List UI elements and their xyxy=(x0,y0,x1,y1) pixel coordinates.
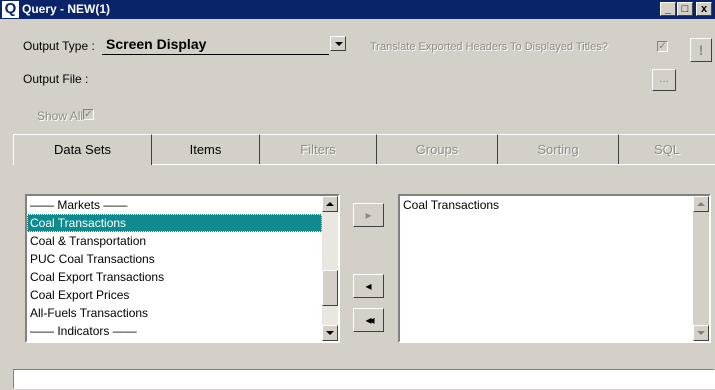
scroll-down-button[interactable] xyxy=(322,325,338,341)
app-icon: Q xyxy=(2,1,19,18)
list-item[interactable]: Coal Export Prices xyxy=(27,286,322,304)
maximize-button[interactable]: □ xyxy=(677,2,693,16)
arrow-down-icon xyxy=(326,331,334,335)
window-title: Query - NEW(1) xyxy=(22,2,111,16)
list-item[interactable]: PUC Coal Transactions xyxy=(27,250,322,268)
available-items: —— Markets —— Coal Transactions Coal & T… xyxy=(27,196,322,340)
list-item[interactable]: —— Indicators —— xyxy=(27,322,322,340)
list-item[interactable]: Coal & Transportation xyxy=(27,232,322,250)
scroll-down-button[interactable] xyxy=(693,325,709,341)
tab-data-sets[interactable]: Data Sets xyxy=(13,134,152,165)
translate-headers-label: Translate Exported Headers To Displayed … xyxy=(370,41,608,53)
output-type-label: Output Type : xyxy=(23,39,95,53)
selected-datasets-list[interactable]: Coal Transactions xyxy=(398,194,711,343)
list-item[interactable]: Coal Export Transactions xyxy=(27,268,322,286)
tab-groups[interactable]: Groups xyxy=(377,134,498,165)
tab-strip: Data Sets Items Filters Groups Sorting S… xyxy=(13,134,715,165)
tab-items[interactable]: Items xyxy=(152,134,260,165)
tab-filters[interactable]: Filters xyxy=(260,134,377,165)
close-button[interactable]: x xyxy=(696,2,712,16)
tab-sorting[interactable]: Sorting xyxy=(498,134,619,165)
output-type-value: Screen Display xyxy=(106,36,207,52)
chevron-down-icon xyxy=(335,42,343,46)
scroll-thumb[interactable] xyxy=(322,270,338,306)
available-datasets-list[interactable]: —— Markets —— Coal Transactions Coal & T… xyxy=(25,194,340,343)
arrow-down-icon xyxy=(697,331,705,335)
available-list-scrollbar[interactable] xyxy=(322,196,338,341)
arrow-up-icon xyxy=(326,202,334,206)
exclamation-button[interactable]: ! xyxy=(690,38,712,62)
scroll-up-button[interactable] xyxy=(693,196,709,212)
output-file-label: Output File : xyxy=(23,72,89,86)
browse-file-button[interactable]: ... xyxy=(652,69,676,91)
minimize-button[interactable]: _ xyxy=(660,2,676,16)
show-all-label: Show All xyxy=(37,109,84,123)
title-bar[interactable]: Q Query - NEW(1) _ □ x xyxy=(0,0,715,19)
list-item[interactable]: —— Markets —— xyxy=(27,196,322,214)
status-bar xyxy=(13,369,715,389)
tab-sql[interactable]: SQL xyxy=(619,134,715,165)
list-item[interactable]: Coal Transactions xyxy=(400,196,693,214)
tab-divider xyxy=(152,164,715,165)
selected-items: Coal Transactions xyxy=(400,196,693,214)
output-type-dropdown-button[interactable] xyxy=(330,36,346,51)
remove-dataset-button[interactable]: ◂ xyxy=(353,274,384,298)
output-type-combo[interactable]: Screen Display xyxy=(102,35,346,55)
remove-all-datasets-button[interactable]: ◂◂ xyxy=(353,308,384,332)
query-window: Q Query - NEW(1) _ □ x Output Type : Scr… xyxy=(0,0,715,390)
list-item-selected[interactable]: Coal Transactions xyxy=(27,214,322,232)
list-item[interactable]: All-Fuels Transactions xyxy=(27,304,322,322)
translate-headers-checkbox[interactable]: ✓ xyxy=(657,41,668,52)
add-dataset-button[interactable]: ▸ xyxy=(353,203,384,227)
scroll-up-button[interactable] xyxy=(322,196,338,212)
combo-underline xyxy=(102,54,329,55)
show-all-checkbox[interactable]: ✓ xyxy=(83,109,94,120)
selected-list-scrollbar[interactable] xyxy=(693,196,709,341)
arrow-up-icon xyxy=(697,202,705,206)
